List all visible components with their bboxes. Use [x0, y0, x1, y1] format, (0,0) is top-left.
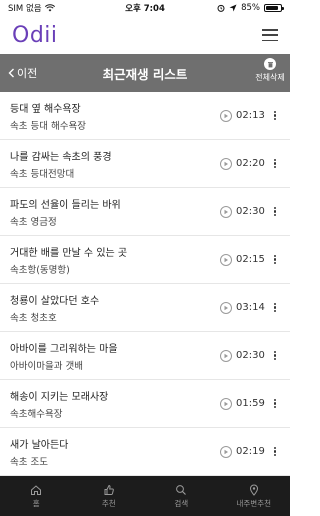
- nav-item-0[interactable]: 홈: [6, 484, 66, 509]
- carrier-label: SIM 없음: [8, 4, 42, 14]
- battery-icon: [264, 4, 284, 12]
- item-text: 나를 감싸는 속초의 풍경 속초 등대전망대: [10, 148, 220, 180]
- delete-all-label: 전체삭제: [255, 73, 285, 82]
- list-item[interactable]: 파도의 선율이 들리는 바위 속초 영금정 02:30: [0, 188, 290, 236]
- item-duration: 02:20: [236, 158, 265, 169]
- item-duration: 02:13: [236, 110, 265, 121]
- item-title: 파도의 선율이 들리는 바위: [10, 199, 121, 211]
- more-options-icon[interactable]: [270, 158, 280, 169]
- nav-item-1[interactable]: 추천: [79, 484, 139, 509]
- more-options-icon[interactable]: [270, 350, 280, 361]
- item-text: 새가 날아든다 속초 조도: [10, 436, 220, 468]
- item-title: 새가 날아든다: [10, 439, 69, 451]
- item-subtitle: 속초 등대전망대: [10, 168, 75, 180]
- battery-fill: [266, 6, 278, 10]
- play-icon[interactable]: [220, 205, 232, 218]
- item-duration: 03:14: [236, 302, 265, 313]
- item-subtitle: 아바이마을과 갯배: [10, 360, 83, 372]
- more-options-icon[interactable]: [270, 446, 280, 457]
- more-options-icon[interactable]: [270, 398, 280, 409]
- list-item[interactable]: 등대 옆 해수욕장 속초 등대 해수욕장 02:13: [0, 92, 290, 140]
- app-logo[interactable]: Odii: [12, 23, 58, 48]
- bottom-nav: 홈 추천 검색 내주변추천: [0, 476, 290, 516]
- item-subtitle: 속초항(동명항): [10, 264, 70, 276]
- nav-label: 홈: [32, 498, 40, 508]
- item-duration: 02:30: [236, 350, 265, 361]
- play-icon[interactable]: [220, 253, 232, 266]
- item-text: 해송이 지키는 모래사장 속초해수욕장: [10, 388, 220, 420]
- list-item[interactable]: 거대한 배를 만날 수 있는 곳 속초항(동명항) 02:15: [0, 236, 290, 284]
- status-right: 85%: [217, 3, 284, 13]
- more-options-icon[interactable]: [270, 254, 280, 265]
- location-arrow-icon: [229, 4, 237, 12]
- item-text: 파도의 선율이 들리는 바위 속초 영금정: [10, 196, 220, 228]
- item-duration: 02:19: [236, 446, 265, 457]
- more-options-icon[interactable]: [270, 302, 280, 313]
- nav-label: 내주변추천: [236, 498, 272, 508]
- nav-label: 검색: [174, 498, 189, 508]
- item-duration: 02:30: [236, 206, 265, 217]
- item-title: 거대한 배를 만날 수 있는 곳: [10, 247, 128, 259]
- item-subtitle: 속초해수욕장: [10, 408, 63, 420]
- item-text: 아바이를 그리워하는 마을 아바이마을과 갯배: [10, 340, 220, 372]
- status-left: SIM 없음: [8, 2, 55, 14]
- play-icon[interactable]: [220, 157, 232, 170]
- battery-percent: 85%: [241, 3, 260, 13]
- play-icon[interactable]: [220, 109, 232, 122]
- item-title: 아바이를 그리워하는 마을: [10, 343, 118, 355]
- list-item[interactable]: 아바이를 그리워하는 마을 아바이마을과 갯배 02:30: [0, 332, 290, 380]
- status-bar: SIM 없음 오후 7:04 85%: [0, 0, 290, 16]
- item-text: 거대한 배를 만날 수 있는 곳 속초항(동명항): [10, 244, 220, 276]
- delete-all-button[interactable]: 전체삭제: [254, 58, 286, 83]
- item-duration: 02:15: [236, 254, 265, 265]
- menu-icon[interactable]: [262, 29, 278, 41]
- item-text: 등대 옆 해수욕장 속초 등대 해수욕장: [10, 100, 220, 132]
- nav-item-2[interactable]: 검색: [151, 484, 211, 509]
- play-icon[interactable]: [220, 445, 232, 458]
- recent-play-list: 등대 옆 해수욕장 속초 등대 해수욕장 02:13 나를 감싸는 속초의 풍경…: [0, 92, 290, 476]
- alarm-icon: [217, 4, 225, 12]
- item-title: 청룡이 살았다던 호수: [10, 295, 100, 307]
- item-title: 등대 옆 해수욕장: [10, 103, 81, 115]
- app-header: Odii: [0, 16, 290, 54]
- back-button[interactable]: 이전: [8, 54, 37, 92]
- item-subtitle: 속초 조도: [10, 456, 48, 468]
- play-icon[interactable]: [220, 301, 232, 314]
- back-label: 이전: [17, 67, 38, 80]
- item-subtitle: 속초 등대 해수욕장: [10, 120, 86, 132]
- thumbs-up-icon: [104, 484, 114, 495]
- list-item[interactable]: 나를 감싸는 속초의 풍경 속초 등대전망대 02:20: [0, 140, 290, 188]
- play-icon[interactable]: [220, 397, 232, 410]
- item-subtitle: 속초 청초호: [10, 312, 57, 324]
- wifi-icon: [44, 4, 55, 12]
- chevron-left-icon: [8, 68, 14, 78]
- nav-label: 추천: [101, 498, 116, 508]
- page-title: 최근재생 리스트: [102, 66, 188, 82]
- search-icon: [176, 484, 187, 495]
- item-title: 해송이 지키는 모래사장: [10, 391, 109, 403]
- play-icon[interactable]: [220, 349, 232, 362]
- location-pin-icon: [249, 484, 258, 496]
- item-subtitle: 속초 영금정: [10, 216, 57, 228]
- more-options-icon[interactable]: [270, 110, 280, 121]
- sub-header: 이전 최근재생 리스트 전체삭제: [0, 54, 290, 92]
- list-item[interactable]: 새가 날아든다 속초 조도 02:19: [0, 428, 290, 476]
- trash-icon: [264, 58, 276, 70]
- list-item[interactable]: 해송이 지키는 모래사장 속초해수욕장 01:59: [0, 380, 290, 428]
- home-icon: [31, 484, 42, 495]
- item-duration: 01:59: [236, 398, 265, 409]
- more-options-icon[interactable]: [270, 206, 280, 217]
- item-title: 나를 감싸는 속초의 풍경: [10, 151, 112, 163]
- nav-item-3[interactable]: 내주변추천: [224, 484, 284, 509]
- item-text: 청룡이 살았다던 호수 속초 청초호: [10, 292, 220, 324]
- list-item[interactable]: 청룡이 살았다던 호수 속초 청초호 03:14: [0, 284, 290, 332]
